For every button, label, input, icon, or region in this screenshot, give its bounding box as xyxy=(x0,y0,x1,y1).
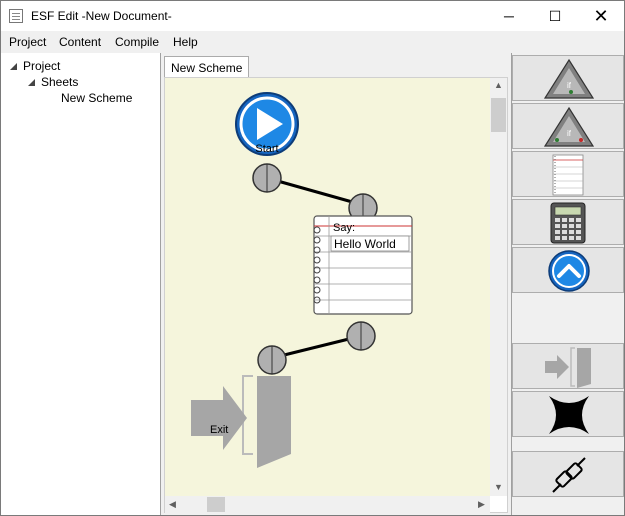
menu-content[interactable]: Content xyxy=(59,35,101,49)
calculator-icon xyxy=(550,202,586,244)
start-label: Start xyxy=(255,143,278,155)
tree-expand-icon[interactable] xyxy=(27,78,37,88)
scroll-left-icon[interactable]: ◀ xyxy=(169,499,176,510)
delete-x-icon xyxy=(549,396,589,434)
node-toolbar: if if xyxy=(511,53,624,515)
if-else-node-tool[interactable]: if xyxy=(512,103,624,149)
horizontal-scroll-thumb[interactable] xyxy=(207,497,225,512)
jump-up-tool[interactable] xyxy=(512,247,624,293)
project-tree: Project Sheets New Scheme xyxy=(1,53,161,515)
start-node[interactable]: Start xyxy=(235,92,299,156)
minimize-button[interactable]: ─ xyxy=(486,1,532,31)
if-else-triangle-icon: if xyxy=(543,106,595,147)
chevron-up-icon xyxy=(548,250,590,292)
tab-new-scheme[interactable]: New Scheme xyxy=(164,56,250,78)
exit-label: Exit xyxy=(210,424,228,436)
menu-compile[interactable]: Compile xyxy=(115,35,159,49)
tree-item-new-scheme[interactable]: New Scheme xyxy=(61,91,132,105)
delete-tool[interactable] xyxy=(512,391,624,437)
app-document-icon xyxy=(9,9,23,23)
tree-item-label: Sheets xyxy=(41,75,79,89)
disconnect-tool[interactable] xyxy=(512,451,624,497)
menu-help[interactable]: Help xyxy=(173,35,198,49)
exit-node[interactable]: Exit xyxy=(191,375,291,468)
tree-item-label: Project xyxy=(23,59,61,73)
editor-area: Start Say: Hello World Exit ▲ ▼ ◀ ▶ xyxy=(164,77,508,513)
text-node-tool[interactable] xyxy=(512,151,624,197)
tree-item-label: New Scheme xyxy=(61,91,133,105)
horizontal-scrollbar[interactable]: ◀ ▶ xyxy=(165,496,490,513)
tree-expand-icon[interactable] xyxy=(9,62,19,72)
window-title: ESF Edit -New Document- xyxy=(31,9,172,23)
menu-bar: Project Content Compile Help xyxy=(1,31,624,53)
port-start-out[interactable] xyxy=(252,163,282,193)
exit-tool[interactable] xyxy=(512,343,624,389)
scroll-down-icon[interactable]: ▼ xyxy=(494,482,503,492)
port-exit-in[interactable] xyxy=(257,345,287,375)
vertical-scrollbar[interactable]: ▲ ▼ xyxy=(490,78,507,496)
maximize-button[interactable]: ☐ xyxy=(532,1,578,31)
scroll-right-icon[interactable]: ▶ xyxy=(478,499,485,510)
connector-start-say xyxy=(266,176,364,207)
scroll-up-icon[interactable]: ▲ xyxy=(494,80,503,90)
port-say-out[interactable] xyxy=(346,321,376,351)
vertical-scroll-thumb[interactable] xyxy=(491,98,506,132)
scheme-diagram: Start Say: Hello World Exit xyxy=(191,92,413,468)
unplug-icon xyxy=(552,457,586,493)
say-text-value[interactable]: Hello World xyxy=(334,237,396,251)
if-node-tool[interactable]: if xyxy=(512,55,624,101)
title-bar: ESF Edit -New Document- ─ ☐ ✕ xyxy=(1,1,624,31)
tree-item-sheets[interactable]: Sheets xyxy=(27,75,78,89)
tree-item-project[interactable]: Project xyxy=(9,59,60,73)
say-label: Say: xyxy=(333,222,355,234)
tab-strip: New Scheme xyxy=(162,53,510,78)
exit-door-icon xyxy=(545,347,591,388)
if-triangle-icon: if xyxy=(543,58,595,99)
scheme-canvas[interactable]: Start Say: Hello World Exit xyxy=(165,78,490,496)
close-button[interactable]: ✕ xyxy=(578,1,624,31)
app-window: ESF Edit -New Document- ─ ☐ ✕ Project Co… xyxy=(0,0,625,516)
calculator-tool[interactable] xyxy=(512,199,624,245)
menu-project[interactable]: Project xyxy=(9,35,46,49)
say-node[interactable]: Say: Hello World xyxy=(313,215,413,315)
notebook-icon xyxy=(552,154,584,196)
